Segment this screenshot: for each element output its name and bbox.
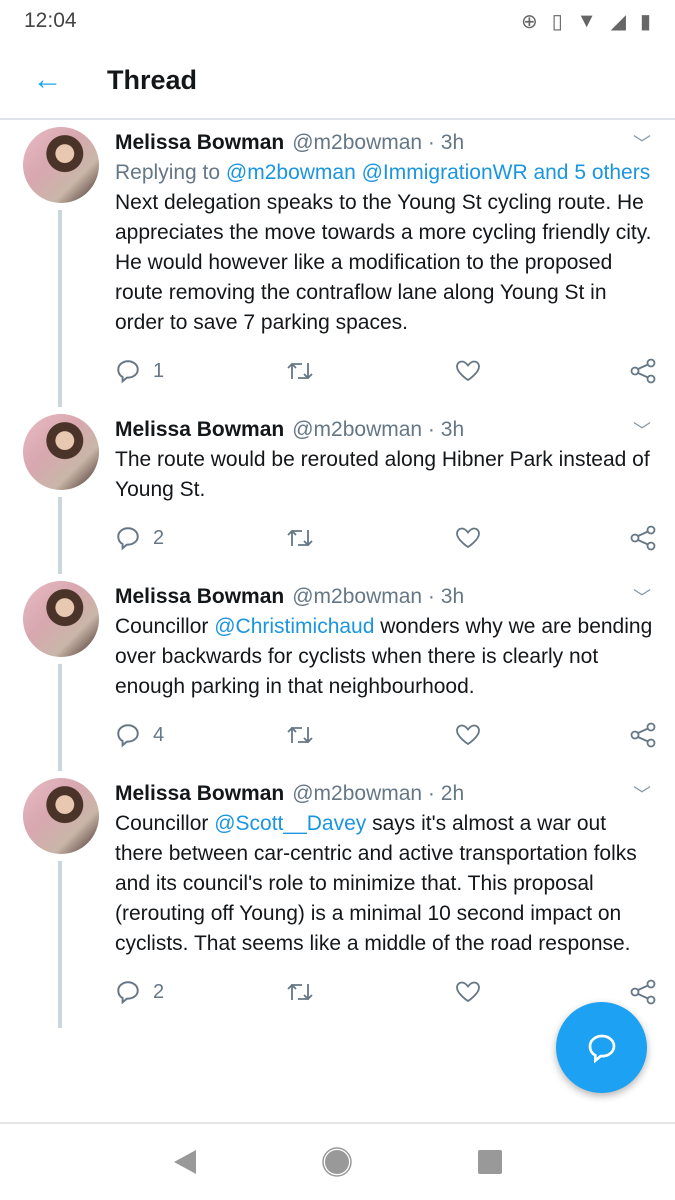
- share-icon: [630, 722, 656, 748]
- mention-link[interactable]: @Christimichaud: [214, 615, 374, 638]
- tweet-text: The route would be rerouted along Hibner…: [115, 445, 655, 505]
- replying-label: Replying to: [115, 161, 226, 184]
- share-button[interactable]: [629, 722, 657, 748]
- reply-count: 2: [153, 980, 165, 1003]
- replying-to: Replying to @m2bowman @ImmigrationWR and…: [115, 158, 655, 188]
- reply-count: 1: [153, 359, 165, 382]
- author-handle: @m2bowman · 3h: [292, 418, 465, 441]
- share-button[interactable]: [629, 358, 657, 384]
- tweet[interactable]: ﹀ Melissa Bowman @m2bowman · 3h Replying …: [0, 120, 675, 407]
- chevron-down-icon[interactable]: ﹀: [633, 417, 651, 443]
- nav-recents-icon[interactable]: [477, 1149, 503, 1175]
- tweet[interactable]: ﹀ Melissa Bowman @m2bowman · 3h The route…: [0, 407, 675, 574]
- thread-line: [58, 861, 62, 1028]
- retweet-button[interactable]: [285, 526, 455, 550]
- tweet[interactable]: ﹀ Melissa Bowman @m2bowman · 3h Councillo…: [0, 574, 675, 771]
- reply-button[interactable]: 4: [115, 722, 285, 748]
- chat-bubble-icon: [588, 1034, 615, 1064]
- share-icon: [630, 358, 656, 384]
- replying-links[interactable]: @m2bowman @ImmigrationWR and 5 others: [226, 161, 650, 184]
- page-title: Thread: [107, 64, 198, 95]
- nav-back-icon[interactable]: [172, 1148, 198, 1176]
- heart-icon: [456, 724, 480, 746]
- signal-icon: ◢: [610, 10, 626, 33]
- retweet-icon: [287, 529, 313, 547]
- text-part: The route would be rerouted along Hibner…: [115, 448, 650, 501]
- battery-icon: ▮: [639, 10, 651, 33]
- reply-button[interactable]: 2: [115, 979, 285, 1005]
- like-button[interactable]: [455, 359, 615, 383]
- author-name[interactable]: Melissa Bowman: [115, 585, 284, 609]
- reply-count: 2: [153, 526, 165, 549]
- author-handle: @m2bowman · 3h: [292, 131, 465, 154]
- heart-icon: [456, 360, 480, 382]
- author-handle: @m2bowman · 2h: [292, 782, 465, 805]
- tweet-text: Councillor @Christimichaud wonders why w…: [115, 612, 655, 702]
- nav-home-icon[interactable]: [322, 1147, 353, 1177]
- compose-reply-button[interactable]: [556, 1002, 647, 1093]
- share-icon: [630, 525, 656, 551]
- tweet-text: Councillor @Scott__Davey says it's almos…: [115, 809, 655, 959]
- system-nav-bar: [0, 1122, 675, 1200]
- reply-button[interactable]: 2: [115, 525, 285, 551]
- reply-icon: [117, 360, 139, 384]
- header: ← Thread: [0, 42, 675, 120]
- thread-line: [58, 210, 62, 407]
- text-part: Councillor: [115, 812, 215, 835]
- vibrate-icon: ▯: [551, 10, 563, 33]
- retweet-button[interactable]: [285, 723, 455, 747]
- retweet-icon: [287, 362, 313, 380]
- like-button[interactable]: [455, 723, 615, 747]
- chevron-down-icon[interactable]: ﹀: [633, 130, 651, 156]
- chevron-down-icon[interactable]: ﹀: [633, 781, 651, 807]
- retweet-button[interactable]: [285, 980, 455, 1004]
- heart-icon: [456, 981, 480, 1003]
- author-handle: @m2bowman · 3h: [292, 585, 465, 608]
- reply-icon: [117, 527, 139, 551]
- author-name[interactable]: Melissa Bowman: [115, 418, 284, 442]
- share-button[interactable]: [629, 979, 657, 1005]
- text-part: Next delegation speaks to the Young St c…: [115, 191, 652, 334]
- tweet-text: Next delegation speaks to the Young St c…: [115, 188, 655, 338]
- retweet-icon: [287, 983, 313, 1001]
- status-bar: 12:04 ⊕ ▯ ▼ ◢ ▮: [0, 0, 675, 42]
- tweet[interactable]: ﹀ Melissa Bowman @m2bowman · 2h Councillo…: [0, 771, 675, 1028]
- mention-link[interactable]: @Scott__Davey: [214, 812, 366, 835]
- wifi-icon: ▼: [576, 9, 597, 32]
- data-saver-icon: ⊕: [521, 10, 538, 33]
- like-button[interactable]: [455, 980, 615, 1004]
- retweet-button[interactable]: [285, 359, 455, 383]
- heart-icon: [456, 527, 480, 549]
- retweet-icon: [287, 726, 313, 744]
- reply-icon: [117, 724, 139, 748]
- reply-icon: [117, 981, 139, 1005]
- reply-button[interactable]: 1: [115, 358, 285, 384]
- avatar[interactable]: [23, 778, 99, 854]
- reply-count: 4: [153, 723, 165, 746]
- share-icon: [630, 979, 656, 1005]
- author-name[interactable]: Melissa Bowman: [115, 782, 284, 806]
- thread-line: [58, 664, 62, 771]
- text-part: Councillor: [115, 615, 215, 638]
- avatar[interactable]: [23, 127, 99, 203]
- chevron-down-icon[interactable]: ﹀: [633, 584, 651, 610]
- thread-line: [58, 497, 62, 574]
- back-arrow-icon[interactable]: ←: [0, 63, 95, 97]
- avatar[interactable]: [23, 581, 99, 657]
- clock: 12:04: [24, 9, 77, 32]
- like-button[interactable]: [455, 526, 615, 550]
- author-name[interactable]: Melissa Bowman: [115, 131, 284, 155]
- share-button[interactable]: [629, 525, 657, 551]
- avatar[interactable]: [23, 414, 99, 490]
